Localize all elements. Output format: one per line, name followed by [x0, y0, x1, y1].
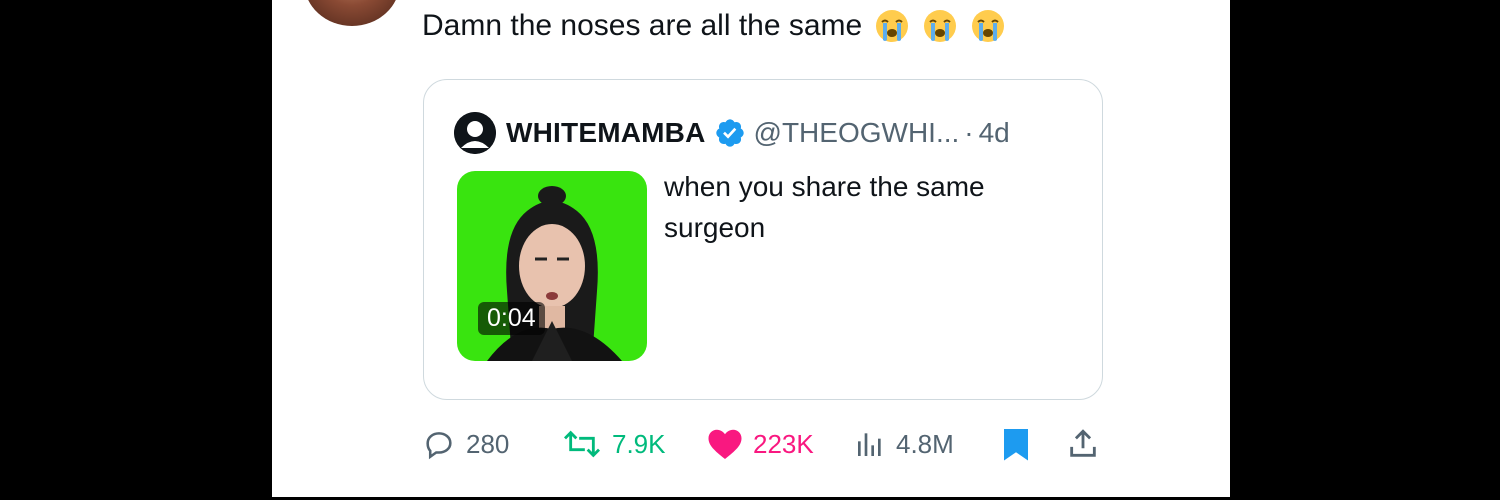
bookmark-button[interactable]	[1000, 424, 1032, 464]
like-count: 223K	[753, 428, 814, 459]
reply-icon	[426, 432, 452, 460]
quoted-tweet-header: WHITEMAMBA @THEOGWHI... · 4d	[454, 112, 1010, 154]
tweet-text: Damn the noses are all the same	[422, 8, 1006, 44]
views-button[interactable]: 4.8M	[854, 424, 954, 464]
bookmark-icon	[1004, 429, 1028, 461]
video-thumbnail[interactable]: 0:04	[457, 171, 647, 361]
share-icon	[1070, 429, 1096, 457]
quoted-tweet[interactable]: WHITEMAMBA @THEOGWHI... · 4d 0:04 when y…	[423, 79, 1103, 400]
quoted-avatar[interactable]	[454, 112, 496, 154]
analytics-icon	[858, 433, 881, 456]
separator-dot: ·	[964, 117, 974, 148]
video-duration-badge: 0:04	[478, 302, 545, 335]
reply-button[interactable]: 280	[422, 424, 509, 464]
reply-count: 280	[466, 428, 510, 459]
quoted-handle[interactable]: @THEOGWHI...	[754, 117, 960, 149]
tweet-body: Damn the noses are all the same	[422, 9, 863, 42]
retweet-count: 7.9K	[612, 428, 666, 459]
tweet-card: Damn the noses are all the same WHITEMAM…	[272, 0, 1230, 497]
action-bar: 280 7.9K 223K 4.8M	[422, 424, 1102, 464]
verified-badge-icon	[715, 119, 744, 147]
view-count: 4.8M	[896, 428, 954, 459]
quoted-timestamp[interactable]: 4d	[979, 117, 1010, 149]
quoted-tweet-text: when you share the same surgeon	[664, 171, 985, 243]
loudly-crying-face-icon	[972, 10, 1005, 42]
heart-icon	[708, 429, 742, 459]
loudly-crying-face-icon	[876, 10, 909, 42]
share-button[interactable]	[1066, 424, 1100, 464]
retweet-button[interactable]: 7.9K	[562, 424, 666, 464]
loudly-crying-face-icon	[924, 10, 957, 42]
like-button[interactable]: 223K	[707, 424, 814, 464]
default-avatar-icon	[454, 112, 496, 154]
avatar[interactable]	[304, 0, 400, 26]
quoted-display-name[interactable]: WHITEMAMBA	[506, 117, 706, 149]
retweet-icon	[563, 430, 601, 458]
